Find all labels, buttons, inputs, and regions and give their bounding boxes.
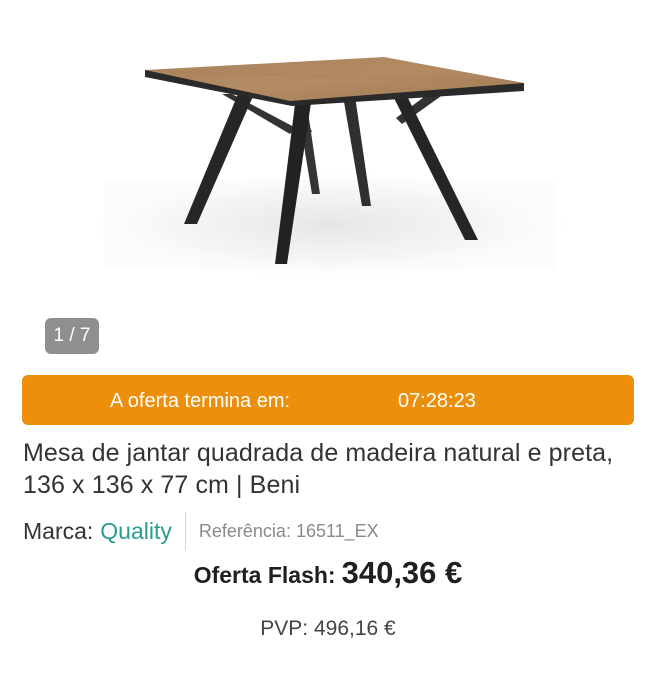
offer-countdown-timer: 07:28:23 — [398, 390, 476, 412]
product-reference: Referência: 16511_EX — [198, 520, 379, 541]
flash-price: 340,36 € — [341, 555, 463, 590]
divider — [184, 512, 186, 550]
product-image-gallery[interactable]: 1 / 7 — [0, 0, 656, 365]
brand-link[interactable]: Quality — [100, 518, 172, 545]
flash-offer-countdown-bar: A oferta termina em: 07:28:23 — [22, 375, 634, 425]
pvp-price: PVP: 496,16 € — [260, 617, 396, 640]
brand-label: Marca: — [23, 517, 94, 544]
offer-ends-label: A oferta termina em: — [110, 390, 291, 412]
table-product-image — [80, 57, 580, 280]
product-title: Mesa de jantar quadrada de madeira natur… — [23, 439, 614, 499]
product-page: 1 / 7 A oferta termina em: 07:28:23 Mesa… — [0, 0, 656, 699]
brand-reference-row: Marca: Quality Referência: 16511_EX — [23, 512, 379, 550]
flash-offer-label: Oferta Flash: — [193, 562, 336, 588]
image-pager-indicator: 1 / 7 — [45, 318, 99, 354]
flash-price-row: Oferta Flash: 340,36 € — [0, 555, 656, 591]
